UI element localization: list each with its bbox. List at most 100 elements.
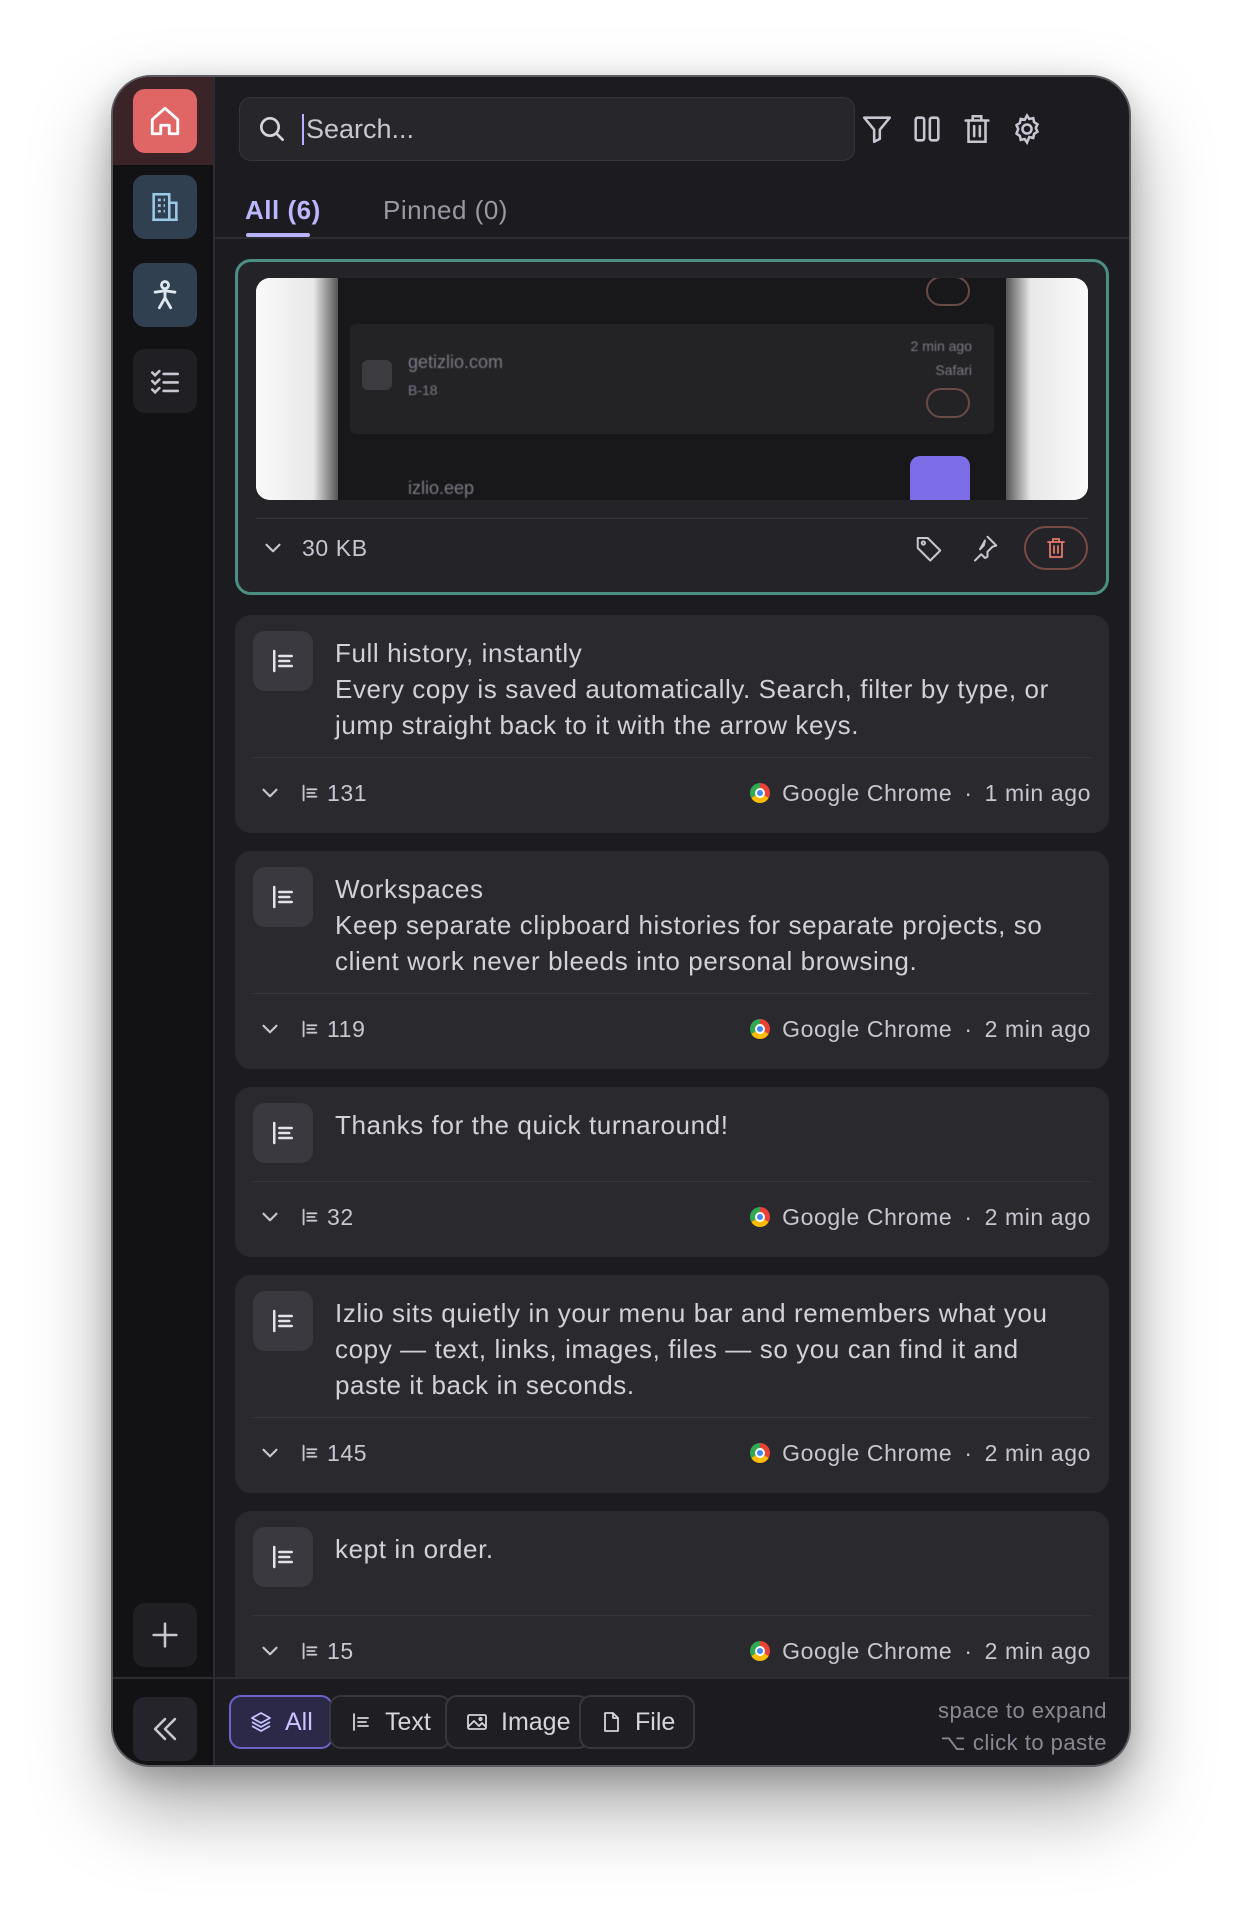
filter-file-button[interactable]: File (579, 1695, 696, 1749)
hint-expand: space to expand (938, 1698, 1107, 1723)
active-tab-indicator (246, 233, 310, 237)
text-lines-icon (273, 1309, 293, 1333)
separator-dot: · (964, 779, 973, 806)
preview-other: izlio.eep (408, 478, 475, 498)
item-count: 145 (327, 1439, 368, 1466)
sidebar-item-home[interactable] (133, 89, 197, 153)
sidebar-item-checklist[interactable] (133, 349, 197, 413)
item-size: 30 KB (302, 534, 368, 561)
add-workspace-button[interactable] (133, 1603, 197, 1667)
clipboard-item-text[interactable]: Izlio sits quietly in your menu bar and … (235, 1275, 1109, 1493)
delete-item-button[interactable] (1024, 526, 1088, 570)
text-lines-icon (302, 784, 318, 802)
item-footer: 119 Google Chrome · 2 min ago (257, 1009, 1091, 1049)
item-source: Google Chrome (782, 1203, 953, 1230)
item-time: 2 min ago (984, 1439, 1091, 1466)
item-time: 2 min ago (984, 1637, 1091, 1664)
separator-dot: · (964, 1637, 973, 1664)
plus-icon (152, 1622, 178, 1648)
filter-all-button[interactable]: All (229, 1695, 333, 1749)
preview-site: getizlio.com (408, 352, 504, 372)
tab-pinned[interactable]: Pinned (0) (383, 195, 508, 226)
item-footer: 15 Google Chrome · 2 min ago (257, 1631, 1091, 1671)
filter-icon (862, 116, 892, 144)
collapse-sidebar-button[interactable] (133, 1697, 197, 1761)
search-icon (260, 117, 284, 141)
item-count: 32 (327, 1203, 354, 1230)
chrome-icon (750, 1207, 771, 1227)
filter-all-label: All (285, 1707, 313, 1736)
double-chevron-left-icon (153, 1717, 177, 1741)
filter-image-button[interactable]: Image (445, 1695, 591, 1749)
text-lines-icon (273, 1545, 293, 1569)
sidebar-item-workspace[interactable] (133, 175, 197, 239)
item-body: Izlio sits quietly in your menu bar and … (335, 1298, 1048, 1400)
text-type-badge (253, 1527, 313, 1587)
text-lines-icon (273, 885, 293, 909)
filter-image-label: Image (501, 1707, 571, 1736)
app-window: All (6) Pinned (0) getizlio.com B-18 2 m… (111, 75, 1131, 1767)
chrome-icon (750, 783, 771, 803)
filter-button[interactable] (859, 111, 895, 147)
trash-icon (964, 114, 990, 144)
clear-history-button[interactable] (959, 111, 995, 147)
item-title: Thanks for the quick turnaround! (335, 1110, 729, 1140)
clipboard-item-text[interactable]: Full history, instantly Every copy is sa… (235, 615, 1109, 833)
text-type-badge (253, 1291, 313, 1351)
filter-file-label: File (635, 1707, 676, 1736)
building-icon (152, 192, 178, 222)
chrome-icon (750, 1019, 771, 1039)
sidebar-item-person[interactable] (133, 263, 197, 327)
search-input[interactable] (302, 113, 822, 145)
home-icon (150, 106, 180, 136)
main-panel: All (6) Pinned (0) getizlio.com B-18 2 m… (215, 77, 1129, 1765)
item-title: kept in order. (335, 1534, 494, 1564)
item-footer: 145 Google Chrome · 2 min ago (257, 1433, 1091, 1473)
preview-app: Safari (935, 362, 972, 378)
item-count: 119 (327, 1015, 366, 1042)
item-footer: 32 Google Chrome · 2 min ago (257, 1197, 1091, 1237)
chevron-down-icon[interactable] (260, 535, 286, 561)
text-lines-icon (302, 1444, 318, 1462)
chevron-down-icon[interactable] (257, 780, 283, 806)
text-type-badge (253, 1103, 313, 1163)
chevron-down-icon[interactable] (257, 1638, 283, 1664)
chevron-down-icon[interactable] (257, 1016, 283, 1042)
item-source: Google Chrome (782, 779, 953, 806)
tag-icon[interactable] (914, 533, 944, 563)
chevron-down-icon[interactable] (257, 1440, 283, 1466)
keyboard-hints: space to expand ⌥ click to paste (938, 1695, 1107, 1759)
pin-icon[interactable] (970, 533, 1000, 563)
chevron-down-icon[interactable] (257, 1204, 283, 1230)
text-lines-icon (302, 1208, 318, 1226)
clipboard-item-text[interactable]: Thanks for the quick turnaround! 32 Goog… (235, 1087, 1109, 1257)
item-source: Google Chrome (782, 1015, 953, 1042)
trash-icon (1047, 538, 1065, 558)
tab-all[interactable]: All (6) (245, 195, 321, 226)
item-time: 1 min ago (984, 779, 1091, 806)
separator-dot: · (964, 1203, 973, 1230)
item-footer: 30 KB (260, 526, 1088, 570)
tab-bar: All (6) Pinned (0) (215, 187, 1129, 239)
preview-sub: B-18 (408, 382, 438, 398)
clipboard-item-text[interactable]: Workspaces Keep separate clipboard histo… (235, 851, 1109, 1069)
layout-toggle-button[interactable] (909, 111, 945, 147)
item-footer: 131 Google Chrome · 1 min ago (257, 773, 1091, 813)
item-time: 2 min ago (984, 1203, 1091, 1230)
clipboard-item-image[interactable]: getizlio.com B-18 2 min ago Safari izlio… (235, 259, 1109, 595)
item-title: Full history, instantly (335, 638, 583, 668)
file-icon (604, 1712, 619, 1732)
filter-text-button[interactable]: Text (329, 1695, 451, 1749)
clipboard-item-text[interactable]: kept in order. 15 Google Chrome · 2 min … (235, 1511, 1109, 1691)
image-icon (467, 1714, 487, 1730)
image-preview: getizlio.com B-18 2 min ago Safari izlio… (256, 278, 1088, 500)
item-title: Workspaces (335, 874, 484, 904)
text-lines-icon (353, 1713, 369, 1731)
item-body: Every copy is saved automatically. Searc… (335, 674, 1049, 740)
separator-dot: · (964, 1015, 973, 1042)
settings-button[interactable] (1009, 111, 1045, 147)
chrome-icon (750, 1443, 771, 1463)
preview-time: 2 min ago (910, 338, 972, 354)
chrome-icon (750, 1641, 771, 1661)
separator-dot: · (964, 1439, 973, 1466)
